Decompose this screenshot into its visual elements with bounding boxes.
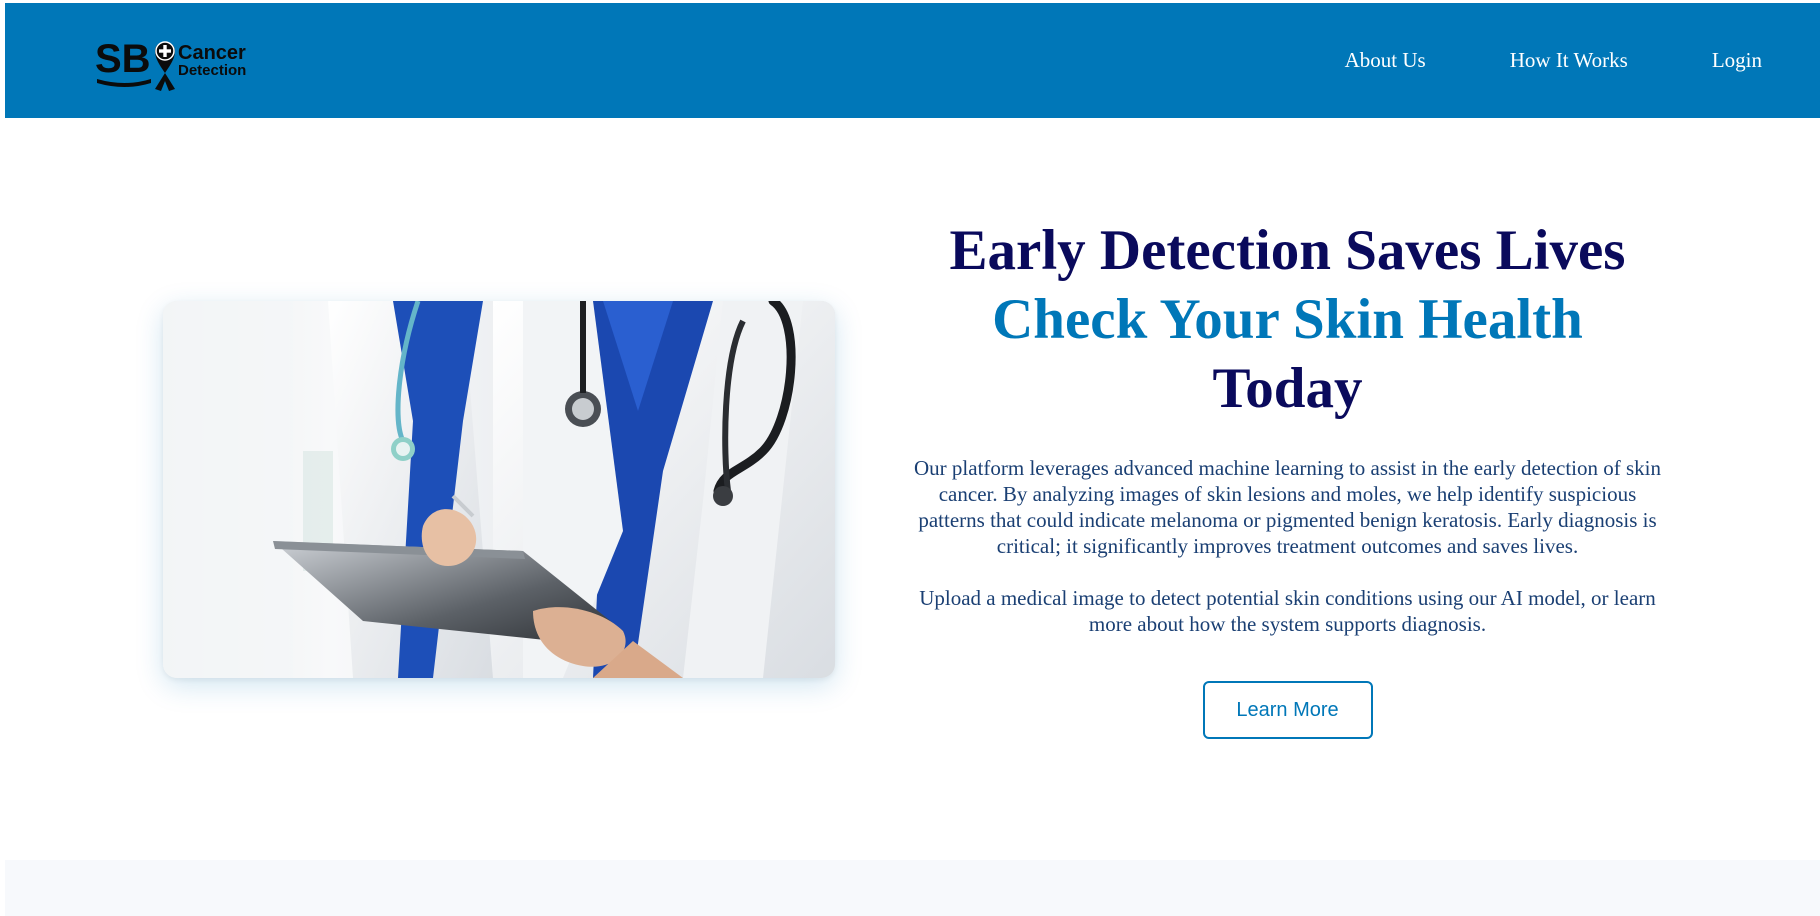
nav-about-us[interactable]: About Us [1345, 48, 1426, 73]
brand-line2: Detection [178, 62, 246, 79]
nav-login[interactable]: Login [1712, 48, 1762, 73]
navbar: SB Cancer Detection About Us How It Work… [5, 3, 1820, 118]
brand-line1: Cancer [178, 42, 246, 64]
page: SB Cancer Detection About Us How It Work… [0, 0, 1820, 916]
headline-line-3: Today [1212, 357, 1363, 420]
hero-description: Our platform leverages advanced machine … [914, 456, 1661, 558]
learn-more-button[interactable]: Learn More [1202, 681, 1373, 739]
doctor-with-clipboard-photo [163, 301, 835, 678]
headline-line-1: Early Detection Saves Lives [949, 219, 1626, 282]
nav-how-it-works[interactable]: How It Works [1510, 48, 1628, 73]
nav-menu: About Us How It Works Login [1261, 3, 1820, 118]
brand-initials: SB [95, 37, 151, 81]
brand-logo[interactable]: SB Cancer Detection [95, 29, 265, 93]
headline-line-2: Check Your Skin Health [992, 288, 1583, 351]
ribbon-cross-icon: SB Cancer Detection [95, 37, 246, 91]
next-section [5, 860, 1820, 916]
hero-headline: Early Detection Saves Lives Check Your S… [905, 216, 1670, 423]
hero-image [163, 301, 835, 678]
hero-upload-text: Upload a medical image to detect potenti… [919, 586, 1656, 636]
hero-content: Early Detection Saves Lives Check Your S… [905, 216, 1670, 739]
cta-row: Learn More [905, 681, 1670, 739]
